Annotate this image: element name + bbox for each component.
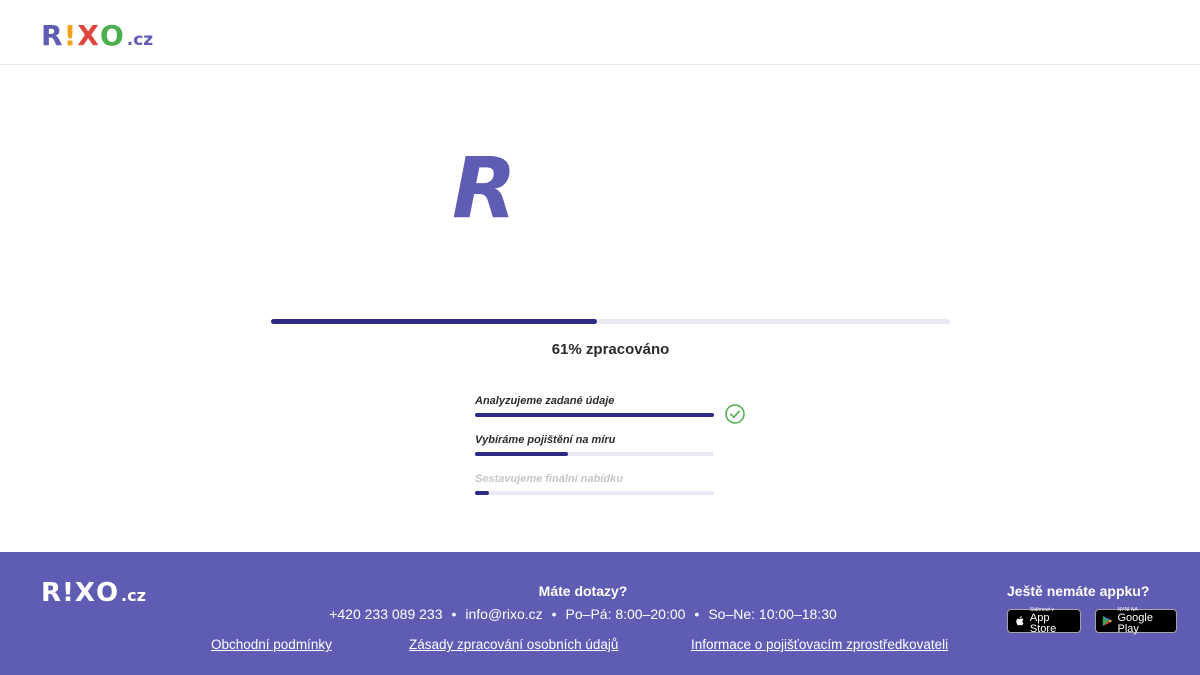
separator: • — [694, 606, 700, 622]
step-progress-fill — [475, 491, 490, 495]
logo-tld: .cz — [126, 30, 154, 50]
check-circle-icon — [725, 404, 745, 424]
overall-progress-fill — [271, 319, 597, 324]
google-play-icon — [1102, 615, 1113, 627]
overall-progress-bar — [271, 319, 950, 324]
app-store-text: App Store — [1029, 611, 1057, 635]
app-download-title: Ještě nemáte appku? — [1007, 583, 1150, 599]
contact-info: +420 233 089 233 • info@rixo.cz • Po–Pá: 8:0… — [0, 606, 1166, 622]
step-label: Analyzujeme zadané údaje — [475, 395, 615, 407]
google-play-button[interactable]: NYNÍ NA Google Play — [1095, 607, 1177, 635]
processing-steps: Analyzujeme zadané údaje Vybíráme pojišt… — [475, 394, 755, 511]
apple-icon — [1016, 616, 1024, 626]
step-progress-bar — [475, 491, 714, 495]
weekend-hours: So–Ne: 10:00–18:30 — [708, 606, 837, 622]
logo-letter-i: ! — [63, 19, 78, 52]
step-progress-bar — [475, 413, 714, 417]
progress-status-text: 61% zpracováno — [551, 341, 670, 358]
step-select: Vybíráme pojištění na míru — [475, 433, 755, 472]
separator: • — [551, 606, 557, 622]
footer: R ! X O .cz Máte dotazy? +420 233 089 23… — [0, 552, 1200, 675]
logo-letter-o: O — [99, 19, 125, 52]
terms-link[interactable]: Obchodní podmínky — [211, 637, 332, 652]
rixo-logo[interactable]: R ! X O .cz — [41, 22, 153, 54]
phone-link[interactable]: +420 233 089 233 — [329, 606, 442, 622]
logo-letter-x: X — [77, 19, 100, 52]
contact-title: Máte dotazy? — [538, 583, 628, 599]
loading-logo-letter: R — [452, 139, 517, 237]
step-progress-fill — [475, 413, 714, 417]
separator: • — [451, 606, 457, 622]
step-label: Sestavujeme finální nabídku — [475, 473, 623, 485]
header: R ! X O .cz — [0, 0, 1200, 65]
step-progress-fill — [475, 452, 569, 456]
logo-letter-r: R — [41, 19, 64, 52]
email-link[interactable]: info@rixo.cz — [465, 606, 542, 622]
step-compose: Sestavujeme finální nabídku — [475, 472, 755, 511]
app-store-button[interactable]: Stáhnout v App Store — [1007, 607, 1081, 635]
weekday-hours: Po–Pá: 8:00–20:00 — [565, 606, 686, 622]
step-progress-bar — [475, 452, 714, 456]
step-analyze: Analyzujeme zadané údaje — [475, 394, 755, 433]
broker-info-link[interactable]: Informace o pojišťovacím zprostředkovate… — [691, 637, 948, 652]
google-play-text: Google Play — [1117, 611, 1153, 635]
step-label: Vybíráme pojištění na míru — [475, 434, 616, 446]
privacy-policy-link[interactable]: Zásady zpracování osobních údajů — [409, 637, 618, 652]
